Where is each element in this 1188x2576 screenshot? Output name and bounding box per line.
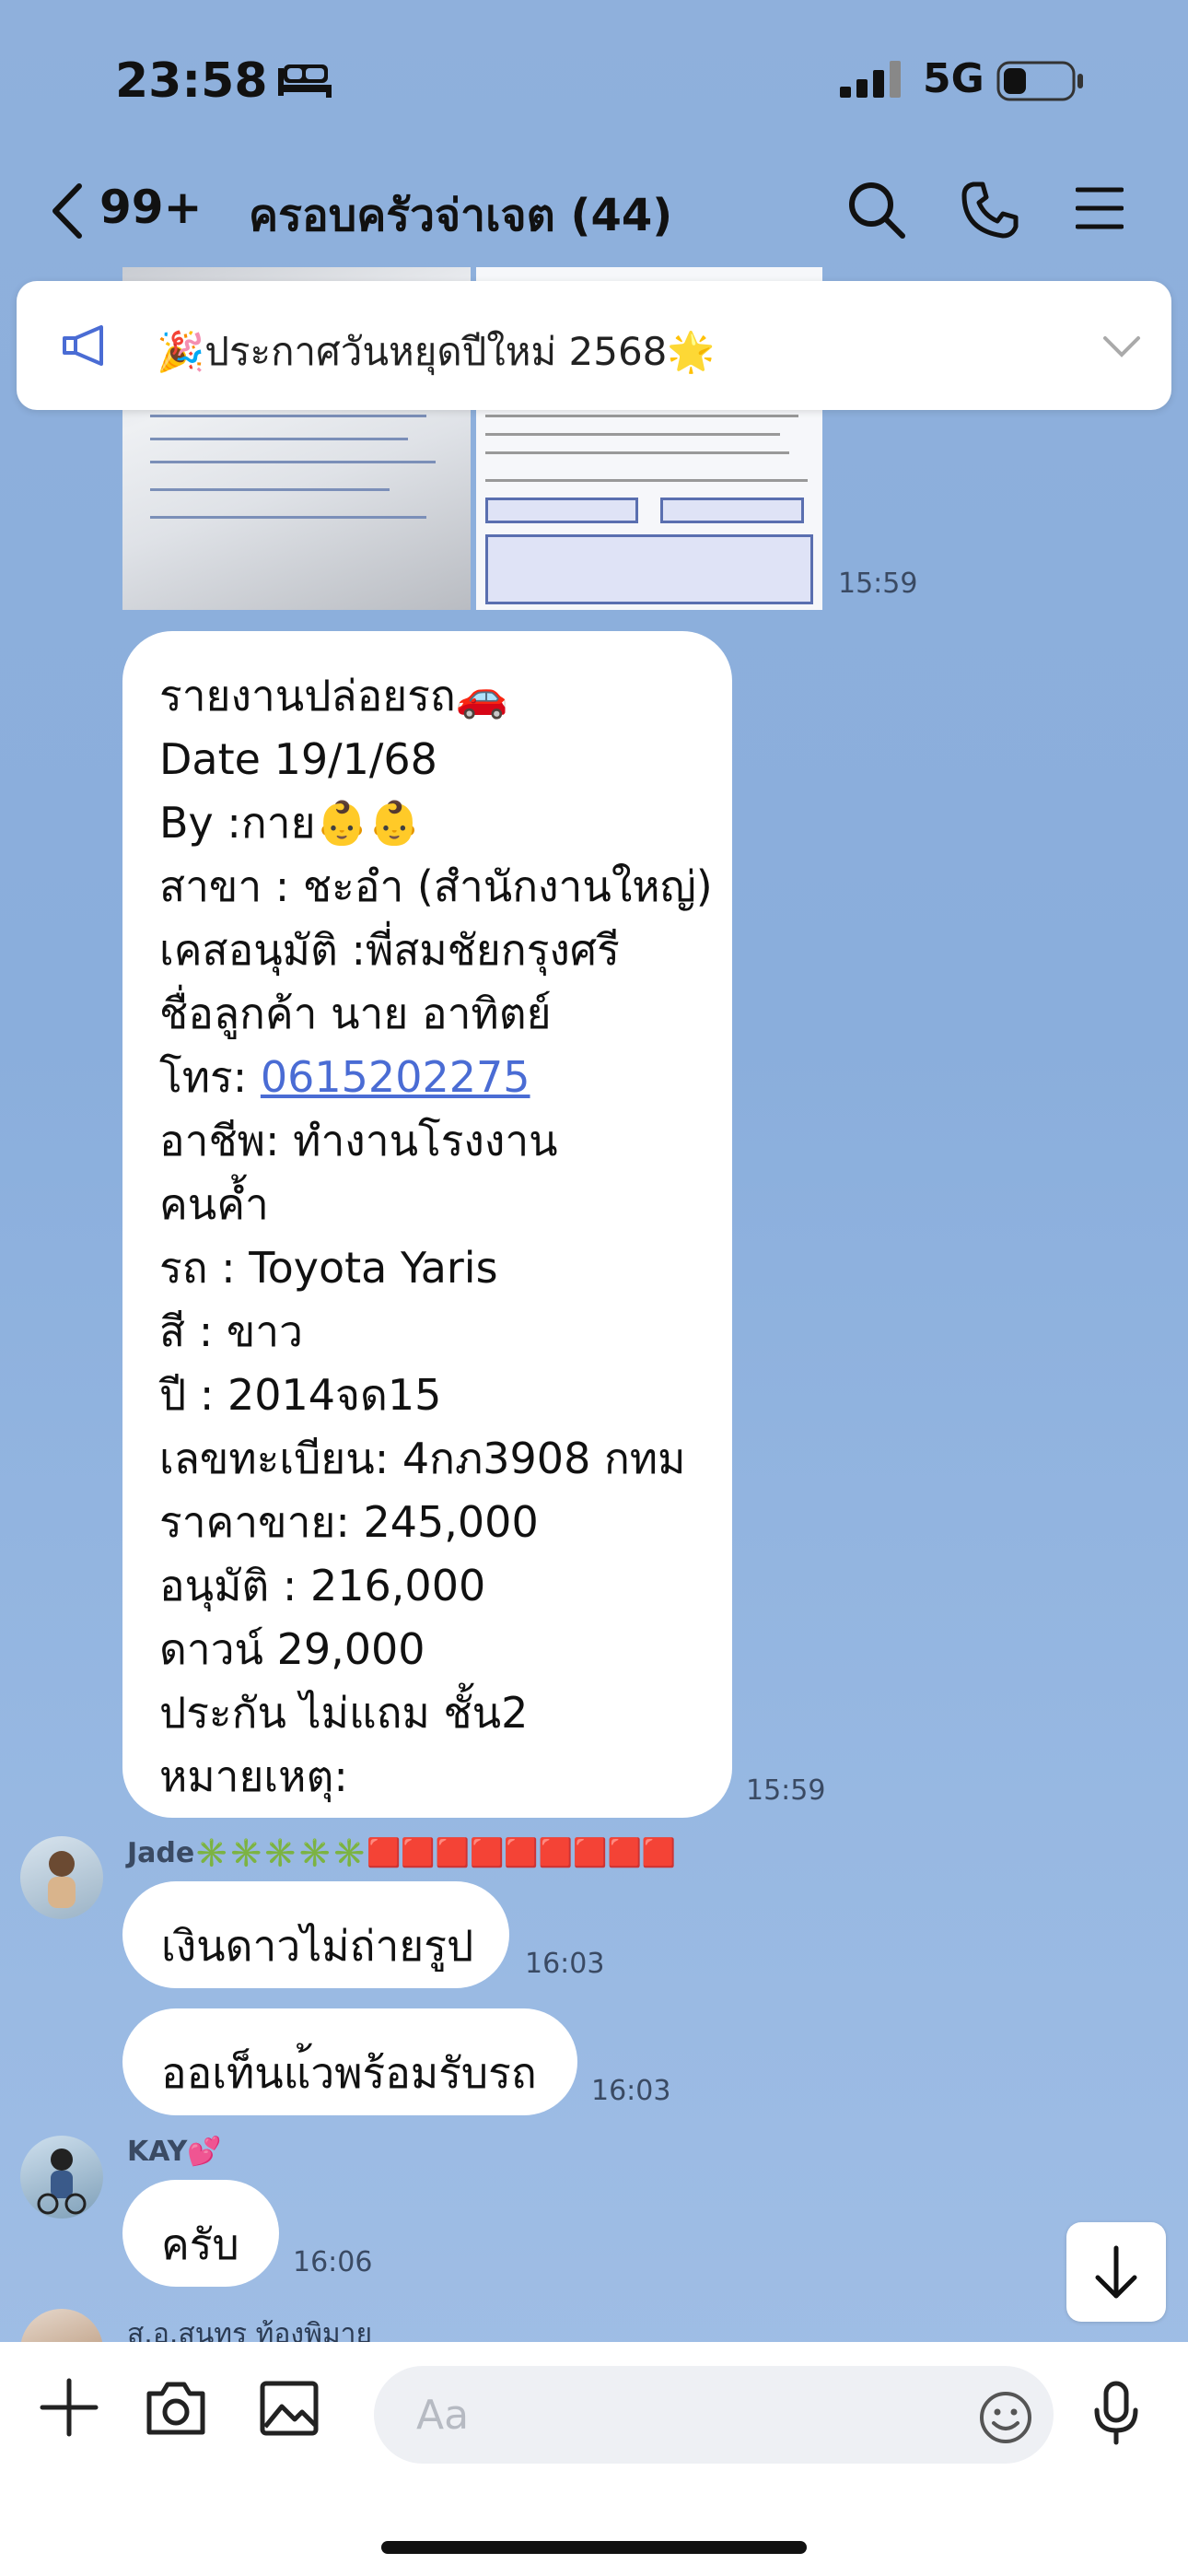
sender-name: KAY💕 — [127, 2136, 222, 2168]
menu-icon[interactable] — [1076, 184, 1124, 232]
message-bubble[interactable]: ครับ — [122, 2180, 279, 2287]
search-icon[interactable] — [847, 181, 906, 240]
message-text: ครับ — [161, 2219, 239, 2269]
message-bubble[interactable]: เงินดาวไม่ถ่ายรูป — [122, 1881, 509, 1988]
status-time: 23:58 — [115, 53, 268, 109]
phone-call-icon[interactable] — [961, 181, 1019, 240]
avatar[interactable] — [20, 1836, 103, 1919]
message-time: 16:03 — [525, 1948, 605, 1980]
battery-icon — [996, 61, 1083, 101]
message-time: 15:59 — [838, 568, 918, 600]
home-indicator — [381, 2541, 807, 2554]
emoji-icon[interactable] — [978, 2390, 1033, 2445]
message-text: ออเท็นแ้วพร้อมรับรถ — [161, 2048, 537, 2098]
report-message-bubble[interactable]: รายงานปล่อยรถ🚗 Date 19/1/68 By :กาย👶👶 สา… — [122, 631, 732, 1818]
scroll-down-button[interactable] — [1066, 2222, 1166, 2322]
message-input[interactable] — [374, 2366, 1054, 2464]
message-time: 16:06 — [293, 2246, 373, 2278]
message-time: 16:03 — [591, 2075, 671, 2107]
network-label: 5G — [923, 55, 984, 102]
microphone-icon[interactable] — [1092, 2381, 1140, 2445]
bed-icon — [278, 64, 332, 98]
back-icon[interactable] — [48, 181, 85, 241]
report-text: รายงานปล่อยรถ🚗 Date 19/1/68 By :กาย👶👶 สา… — [159, 671, 713, 1801]
message-bubble[interactable]: ออเท็นแ้วพร้อมรับรถ — [122, 2008, 577, 2115]
arrow-down-icon — [1095, 2245, 1137, 2299]
avatar[interactable] — [20, 2136, 103, 2219]
image-icon[interactable] — [260, 2381, 319, 2436]
plus-icon[interactable] — [39, 2377, 99, 2438]
person-icon — [48, 1851, 76, 1908]
message-text: เงินดาวไม่ถ่ายรูป — [161, 1921, 474, 1971]
chat-title[interactable]: ครอบครัวจ่าเจต (44) — [249, 181, 672, 251]
unread-count[interactable]: 99+ — [99, 181, 202, 234]
phone-link[interactable]: 0615202275 — [261, 1052, 530, 1102]
announcement-text: 🎉ประกาศวันหยุดปีใหม่ 2568🌟 — [157, 329, 716, 374]
announcement-banner[interactable]: 🎉ประกาศวันหยุดปีใหม่ 2568🌟 — [17, 281, 1171, 410]
message-time: 15:59 — [746, 1774, 826, 1807]
chevron-down-icon[interactable] — [1101, 334, 1142, 358]
megaphone-icon — [63, 325, 103, 366]
sender-name: Jade✳️✳️✳️✳️✳️🟥🟥🟥🟥🟥🟥🟥🟥🟥 — [127, 1837, 677, 1869]
signal-icon — [840, 61, 901, 98]
camera-icon[interactable] — [146, 2381, 206, 2436]
person-icon — [37, 2149, 87, 2215]
